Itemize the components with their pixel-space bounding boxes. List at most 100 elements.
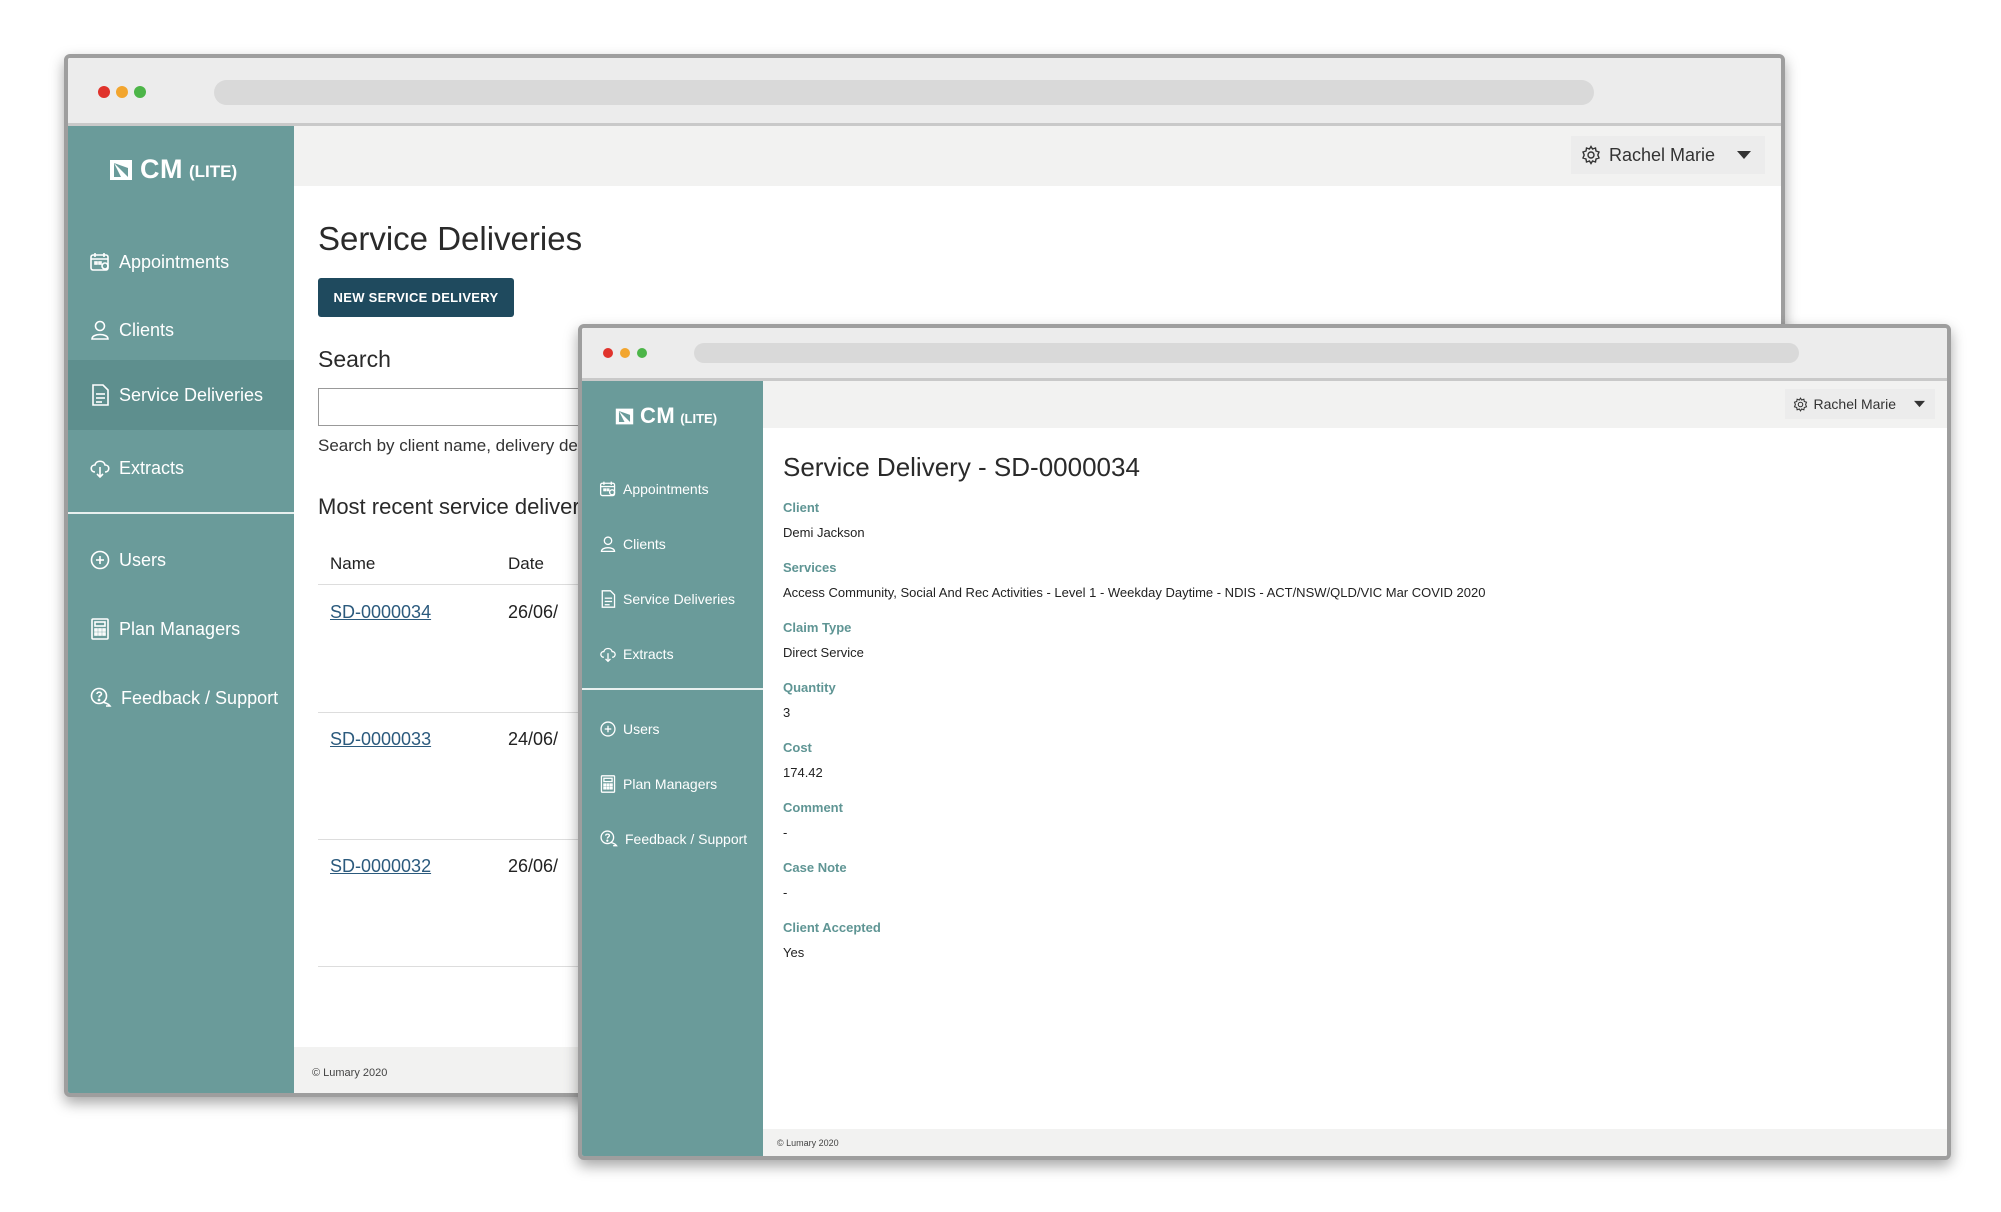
field-value: Direct Service bbox=[783, 645, 864, 660]
detail-field-case-note: Case Note - bbox=[783, 860, 847, 900]
logo-brand: CM bbox=[640, 403, 676, 428]
gear-icon bbox=[1793, 396, 1808, 412]
sidebar-divider bbox=[68, 512, 294, 514]
delivery-link[interactable]: SD-0000032 bbox=[330, 856, 431, 877]
sidebar: CM (LITE) Appointments Clients Service D… bbox=[68, 126, 294, 1093]
sidebar-item-label: Users bbox=[119, 549, 167, 570]
document-icon bbox=[89, 383, 111, 407]
sidebar-item-clients[interactable]: Clients bbox=[582, 524, 763, 564]
address-bar[interactable] bbox=[694, 343, 1799, 363]
sidebar-item-plan-managers[interactable]: Plan Managers bbox=[68, 603, 294, 655]
search-input[interactable] bbox=[318, 388, 598, 426]
field-label: Case Note bbox=[783, 860, 847, 875]
sidebar-item-label: Clients bbox=[623, 536, 666, 552]
column-header-name[interactable]: Name bbox=[330, 554, 375, 574]
detail-field-services: Services Access Community, Social And Re… bbox=[783, 560, 1485, 600]
field-value: Yes bbox=[783, 945, 805, 960]
new-service-delivery-button[interactable]: NEW SERVICE DELIVERY bbox=[318, 278, 514, 317]
delivery-date: 24/06/ bbox=[508, 729, 559, 749]
chevron-down-icon bbox=[1737, 150, 1751, 160]
cloud-download-icon bbox=[599, 645, 617, 663]
sidebar-divider bbox=[582, 688, 763, 690]
user-icon bbox=[599, 535, 617, 553]
delivery-link[interactable]: SD-0000033 bbox=[330, 729, 431, 750]
field-label: Client Accepted bbox=[783, 920, 881, 935]
logo-edition: (LITE) bbox=[680, 410, 718, 426]
user-icon bbox=[89, 319, 111, 341]
logo-brand: CM bbox=[140, 154, 183, 184]
sidebar-item-plan-managers[interactable]: Plan Managers bbox=[582, 764, 763, 804]
detail-field-claim-type: Claim Type Direct Service bbox=[783, 620, 864, 660]
close-dot[interactable] bbox=[603, 348, 613, 358]
sidebar-item-users[interactable]: Users bbox=[582, 709, 763, 749]
field-label: Comment bbox=[783, 800, 843, 815]
close-dot[interactable] bbox=[98, 86, 110, 98]
calendar-icon bbox=[89, 251, 111, 273]
sidebar-item-appointments[interactable]: Appointments bbox=[68, 236, 294, 288]
delivery-link[interactable]: SD-0000034 bbox=[330, 602, 431, 623]
sidebar-item-users[interactable]: Users bbox=[68, 534, 294, 586]
maximize-dot[interactable] bbox=[134, 86, 146, 98]
logo[interactable]: CM (LITE) bbox=[614, 403, 717, 429]
front-browser-window: CM (LITE) Appointments Clients Service D… bbox=[578, 324, 1951, 1160]
plus-circle-icon bbox=[599, 720, 617, 738]
logo-edition: (LITE) bbox=[189, 161, 238, 181]
minimize-dot[interactable] bbox=[620, 348, 630, 358]
field-label: Cost bbox=[783, 740, 812, 755]
sidebar-item-clients[interactable]: Clients bbox=[68, 304, 294, 356]
sidebar-item-label: Plan Managers bbox=[623, 776, 718, 792]
calculator-icon bbox=[89, 617, 111, 641]
recent-heading: Most recent service deliveri bbox=[318, 494, 585, 519]
address-bar[interactable] bbox=[214, 80, 1594, 105]
search-hint: Search by client name, delivery de bbox=[318, 436, 578, 455]
footer-copyright: © Lumary 2020 bbox=[312, 1067, 388, 1079]
sidebar-item-extracts[interactable]: Extracts bbox=[68, 442, 294, 494]
sidebar-item-label: Feedback / Support bbox=[625, 831, 748, 847]
sidebar: CM (LITE) Appointments Clients Service D… bbox=[582, 381, 763, 1156]
field-value: 174.42 bbox=[783, 765, 823, 780]
sidebar-item-label: Users bbox=[623, 721, 660, 737]
page-title: Service Delivery - SD-0000034 bbox=[783, 452, 1140, 482]
detail-field-comment: Comment - bbox=[783, 800, 843, 840]
calculator-icon bbox=[599, 774, 617, 794]
field-value: - bbox=[783, 885, 788, 900]
sidebar-item-service-deliveries[interactable]: Service Deliveries bbox=[68, 360, 294, 430]
sidebar-item-service-deliveries[interactable]: Service Deliveries bbox=[582, 579, 763, 619]
sidebar-item-label: Service Deliveries bbox=[119, 384, 264, 405]
footer-copyright: © Lumary 2020 bbox=[777, 1138, 839, 1148]
user-menu[interactable]: Rachel Marie bbox=[1784, 389, 1935, 419]
calendar-icon bbox=[599, 480, 617, 498]
sidebar-item-label: Extracts bbox=[119, 457, 185, 478]
user-name: Rachel Marie bbox=[1813, 396, 1896, 412]
sidebar-item-feedback-support[interactable]: Feedback / Support bbox=[582, 819, 763, 859]
browser-titlebar bbox=[68, 58, 1781, 126]
user-name: Rachel Marie bbox=[1608, 144, 1715, 165]
page-title: Service Deliveries bbox=[318, 220, 583, 257]
cloud-download-icon bbox=[89, 457, 111, 479]
maximize-dot[interactable] bbox=[637, 348, 647, 358]
app-container: CM (LITE) Appointments Clients Service D… bbox=[582, 381, 1947, 1156]
browser-titlebar bbox=[582, 328, 1947, 381]
sidebar-item-appointments[interactable]: Appointments bbox=[582, 469, 763, 509]
detail-field-cost: Cost 174.42 bbox=[783, 740, 823, 780]
detail-field-client: Client Demi Jackson bbox=[783, 500, 865, 540]
field-value: - bbox=[783, 825, 788, 840]
search-label: Search bbox=[318, 346, 391, 372]
logo[interactable]: CM (LITE) bbox=[108, 154, 237, 185]
user-menu[interactable]: Rachel Marie bbox=[1570, 136, 1765, 174]
gear-icon bbox=[1581, 145, 1601, 165]
main-content: Rachel Marie Service Delivery - SD-00000… bbox=[763, 381, 1947, 1156]
sidebar-item-extracts[interactable]: Extracts bbox=[582, 634, 763, 674]
sidebar-item-label: Feedback / Support bbox=[121, 687, 279, 708]
plus-circle-icon bbox=[89, 549, 111, 571]
delivery-date: 26/06/ bbox=[508, 602, 559, 622]
footer: © Lumary 2020 bbox=[763, 1129, 1947, 1156]
sidebar-item-label: Appointments bbox=[623, 481, 709, 497]
sidebar-item-feedback-support[interactable]: Feedback / Support bbox=[68, 672, 294, 724]
field-value: Access Community, Social And Rec Activit… bbox=[783, 585, 1486, 600]
minimize-dot[interactable] bbox=[116, 86, 128, 98]
sidebar-item-label: Service Deliveries bbox=[623, 591, 736, 607]
column-header-date[interactable]: Date bbox=[508, 554, 544, 574]
detail-field-quantity: Quantity 3 bbox=[783, 680, 836, 720]
sidebar-item-label: Extracts bbox=[623, 646, 674, 662]
